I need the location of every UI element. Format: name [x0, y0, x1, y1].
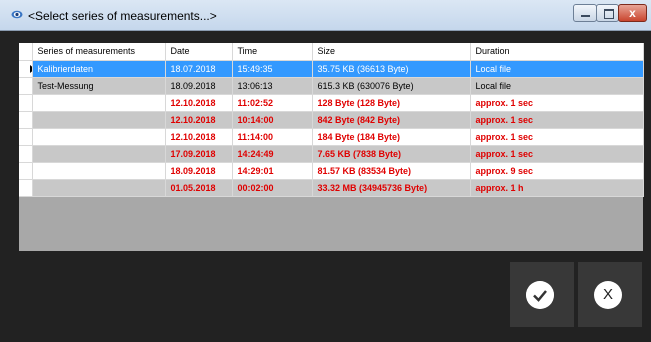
cell-time[interactable]: 14:24:49 — [232, 145, 313, 163]
column-header-time[interactable]: Time — [232, 43, 313, 61]
cell-duration[interactable]: Local file — [470, 60, 644, 78]
row-header[interactable] — [19, 145, 33, 163]
row-header[interactable] — [19, 179, 33, 197]
table-row[interactable]: Kalibrierdaten 18.07.2018 15:49:35 35.75 KB… — [19, 60, 644, 78]
table-row[interactable]: 12.10.2018 11:14:00 184 Byte (184 Byte) app… — [19, 128, 644, 146]
row-header[interactable] — [19, 162, 33, 180]
cell-series[interactable] — [32, 111, 166, 129]
close-icon: x — [629, 6, 636, 20]
row-header-corner — [19, 43, 33, 61]
cell-size[interactable]: 615.3 KB (630076 Byte) — [312, 77, 471, 95]
eye-icon — [11, 10, 23, 19]
table-row[interactable]: 01.05.2018 00:02:00 33.32 MB (34945736 Byt… — [19, 179, 644, 197]
row-header[interactable] — [19, 94, 33, 112]
table-row[interactable]: 18.09.2018 14:29:01 81.57 KB (83534 Byte) a… — [19, 162, 644, 180]
cell-time[interactable]: 10:14:00 — [232, 111, 313, 129]
table-row[interactable]: 12.10.2018 11:02:52 128 Byte (128 Byte) app… — [19, 94, 644, 112]
confirm-button[interactable] — [510, 262, 574, 327]
maximize-button[interactable] — [596, 4, 619, 22]
cell-date[interactable]: 12.10.2018 — [165, 128, 233, 146]
row-header[interactable] — [19, 77, 33, 95]
row-header[interactable] — [19, 128, 33, 146]
cell-size[interactable]: 184 Byte (184 Byte) — [312, 128, 471, 146]
cell-size[interactable]: 35.75 KB (36613 Byte) — [312, 60, 471, 78]
cell-date[interactable]: 12.10.2018 — [165, 111, 233, 129]
title-bar[interactable]: <Select series of measurements...> x — [0, 0, 651, 31]
cancel-button[interactable]: X — [578, 262, 642, 327]
cell-duration[interactable]: Local file — [470, 77, 644, 95]
x-icon: X — [594, 281, 622, 309]
column-header-size[interactable]: Size — [312, 43, 471, 61]
cell-size[interactable]: 842 Byte (842 Byte) — [312, 111, 471, 129]
cell-time[interactable]: 13:06:13 — [232, 77, 313, 95]
cell-duration[interactable]: approx. 1 sec — [470, 145, 644, 163]
dialog-window: <Select series of measurements...> x Ser… — [0, 0, 651, 342]
cell-size[interactable]: 33.32 MB (34945736 Byte) — [312, 179, 471, 197]
cell-size[interactable]: 7.65 KB (7838 Byte) — [312, 145, 471, 163]
cell-series[interactable] — [32, 94, 166, 112]
cell-series[interactable] — [32, 162, 166, 180]
cell-time[interactable]: 00:02:00 — [232, 179, 313, 197]
grid-header: Series of measurements Date Time Size Du… — [19, 43, 644, 61]
cell-duration[interactable]: approx. 1 sec — [470, 94, 644, 112]
measurements-grid[interactable]: Series of measurements Date Time Size Du… — [19, 43, 644, 251]
minimize-button[interactable] — [573, 4, 597, 22]
cell-size[interactable]: 128 Byte (128 Byte) — [312, 94, 471, 112]
row-header[interactable] — [19, 60, 33, 78]
column-header-series[interactable]: Series of measurements — [32, 43, 166, 61]
cell-series[interactable] — [32, 145, 166, 163]
cell-series[interactable]: Kalibrierdaten — [32, 60, 166, 78]
cell-date[interactable]: 12.10.2018 — [165, 94, 233, 112]
cell-date[interactable]: 01.05.2018 — [165, 179, 233, 197]
table-row[interactable]: 17.09.2018 14:24:49 7.65 KB (7838 Byte) app… — [19, 145, 644, 163]
table-row[interactable]: Test-Messung 18.09.2018 13:06:13 615.3 KB (… — [19, 77, 644, 95]
cell-series[interactable]: Test-Messung — [32, 77, 166, 95]
column-header-date[interactable]: Date — [165, 43, 233, 61]
cell-size[interactable]: 81.57 KB (83534 Byte) — [312, 162, 471, 180]
cell-time[interactable]: 15:49:35 — [232, 60, 313, 78]
cell-duration[interactable]: approx. 1 h — [470, 179, 644, 197]
column-header-duration[interactable]: Duration — [470, 43, 644, 61]
cell-duration[interactable]: approx. 1 sec — [470, 111, 644, 129]
cell-duration[interactable]: approx. 9 sec — [470, 162, 644, 180]
table-row[interactable]: 12.10.2018 10:14:00 842 Byte (842 Byte) app… — [19, 111, 644, 129]
cell-date[interactable]: 18.09.2018 — [165, 162, 233, 180]
cell-series[interactable] — [32, 128, 166, 146]
cell-series[interactable] — [32, 179, 166, 197]
cell-time[interactable]: 11:14:00 — [232, 128, 313, 146]
window-title: <Select series of measurements...> — [28, 9, 217, 23]
close-button[interactable]: x — [618, 4, 647, 22]
cell-time[interactable]: 11:02:52 — [232, 94, 313, 112]
cell-date[interactable]: 18.09.2018 — [165, 77, 233, 95]
cell-date[interactable]: 17.09.2018 — [165, 145, 233, 163]
checkmark-icon — [526, 281, 554, 309]
cell-date[interactable]: 18.07.2018 — [165, 60, 233, 78]
row-header[interactable] — [19, 111, 33, 129]
cell-time[interactable]: 14:29:01 — [232, 162, 313, 180]
cell-duration[interactable]: approx. 1 sec — [470, 128, 644, 146]
